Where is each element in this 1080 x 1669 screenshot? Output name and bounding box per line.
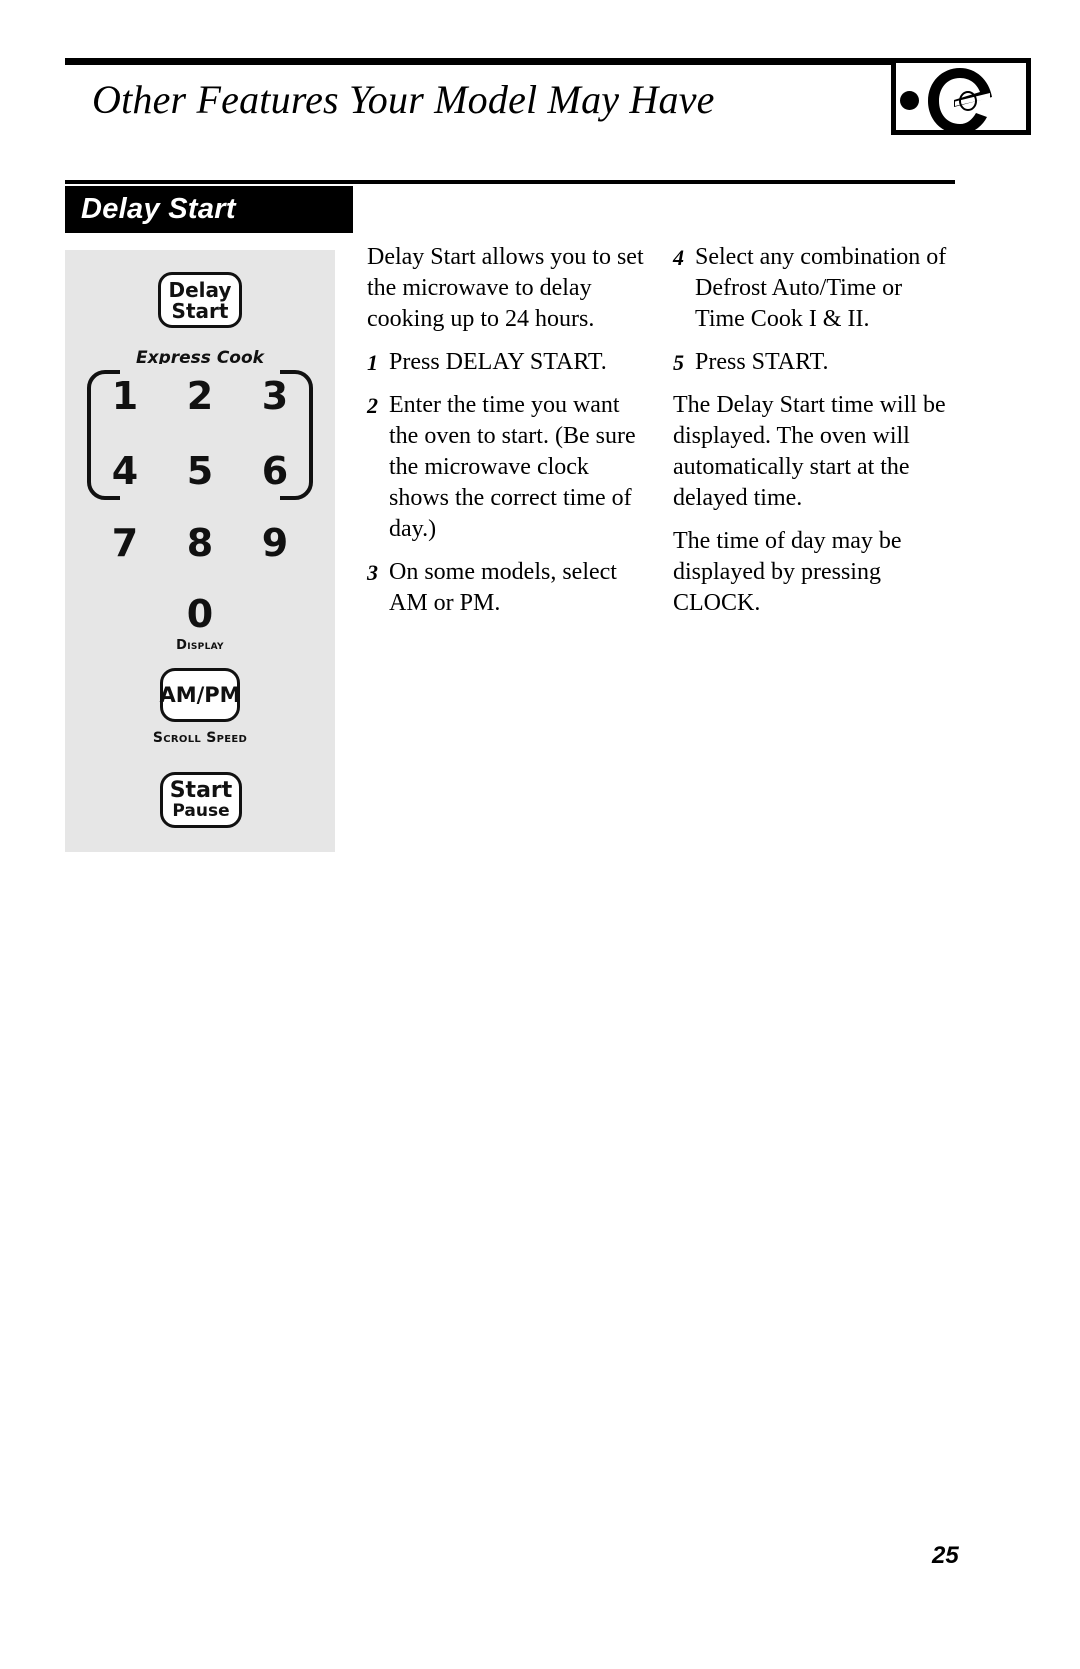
keypad-button-7[interactable]: 7 bbox=[87, 524, 163, 562]
manual-page: Other Features Your Model May Have Delay… bbox=[0, 0, 1080, 1669]
keypad-button-5[interactable]: 5 bbox=[162, 452, 238, 490]
control-panel-illustration: Delay Start Express Cook 1 2 3 4 5 6 7 8… bbox=[65, 250, 335, 852]
list-item: 1 Press DELAY START. bbox=[367, 347, 649, 378]
keypad-button-4[interactable]: 4 bbox=[87, 452, 163, 490]
bracket-gap-bottom bbox=[120, 493, 280, 505]
keypad-button-6[interactable]: 6 bbox=[237, 452, 313, 490]
logo-dot-icon bbox=[900, 91, 919, 110]
start-pause-button-label-line1: Start bbox=[169, 778, 233, 803]
clock-note-paragraph: The time of day may be displayed by pres… bbox=[673, 528, 902, 616]
step-number: 1 bbox=[367, 350, 378, 375]
step-number: 5 bbox=[673, 350, 684, 375]
instructions-column-right: 4 Select any combination of Defrost Auto… bbox=[673, 242, 955, 631]
instructions-column-left: Delay Start allows you to set the microw… bbox=[367, 242, 649, 631]
section-title-bar: Delay Start bbox=[65, 186, 353, 233]
delay-start-button-label-line2: Start bbox=[171, 298, 229, 323]
ge-monogram-logo bbox=[891, 58, 1031, 135]
section-title: Delay Start bbox=[81, 193, 236, 225]
result-paragraph: The Delay Start time will be displayed. … bbox=[673, 392, 946, 511]
display-sublabel: Display bbox=[176, 638, 224, 653]
keypad-button-1[interactable]: 1 bbox=[87, 377, 163, 415]
header-bottom-rule bbox=[65, 180, 955, 184]
step-number: 3 bbox=[367, 560, 378, 585]
step-text: On some models, select AM or PM. bbox=[389, 559, 617, 616]
page-title: Other Features Your Model May Have bbox=[92, 77, 715, 122]
header-top-rule bbox=[65, 58, 892, 65]
step-text: Select any combination of Defrost Auto/T… bbox=[695, 244, 947, 332]
step-number: 4 bbox=[673, 245, 684, 270]
am-pm-button[interactable]: AM/PM bbox=[159, 668, 241, 722]
keypad-button-2[interactable]: 2 bbox=[162, 377, 238, 415]
start-pause-button-label-line2: Pause bbox=[172, 801, 230, 821]
delay-start-button[interactable]: Delay Start bbox=[158, 272, 242, 328]
list-item: 3 On some models, select AM or PM. bbox=[367, 557, 649, 619]
keypad-button-3[interactable]: 3 bbox=[237, 377, 313, 415]
keypad-button-9[interactable]: 9 bbox=[237, 524, 313, 562]
intro-paragraph: Delay Start allows you to set the microw… bbox=[367, 244, 644, 332]
page-number: 25 bbox=[932, 1542, 959, 1569]
list-item: 4 Select any combination of Defrost Auto… bbox=[673, 242, 955, 335]
list-item: 5 Press START. bbox=[673, 347, 955, 378]
keypad-button-0[interactable]: 0 bbox=[162, 595, 238, 633]
step-number: 2 bbox=[367, 393, 378, 418]
ge-swirl-icon bbox=[928, 68, 992, 130]
start-pause-button[interactable]: Start Pause bbox=[160, 772, 242, 828]
list-item: 2 Enter the time you want the oven to st… bbox=[367, 390, 649, 545]
am-pm-button-label: AM/PM bbox=[159, 682, 241, 707]
step-text: Press START. bbox=[695, 349, 829, 375]
step-text: Enter the time you want the oven to star… bbox=[389, 392, 636, 542]
scroll-speed-sublabel: Scroll Speed bbox=[152, 730, 248, 746]
delay-start-button-label-line1: Delay bbox=[168, 277, 232, 302]
step-text: Press DELAY START. bbox=[389, 349, 607, 375]
keypad-button-8[interactable]: 8 bbox=[162, 524, 238, 562]
